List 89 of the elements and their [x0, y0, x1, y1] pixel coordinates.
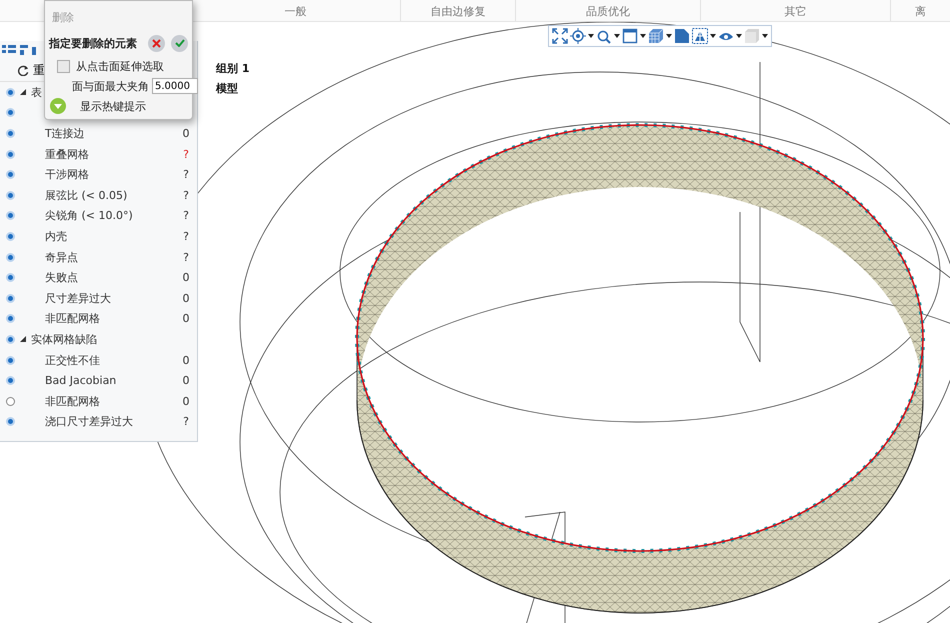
window-icon [622, 28, 638, 44]
radio-button[interactable] [6, 273, 15, 282]
tree-item-label[interactable]: 非匹配网格 [45, 394, 179, 409]
defect-count: ? [182, 188, 190, 202]
tree-item-label[interactable]: 展弦比 (< 0.05) [45, 188, 179, 203]
radio-button[interactable] [6, 128, 15, 138]
tree-item-label[interactable]: 奇异点 [45, 250, 179, 265]
radio-button[interactable] [6, 232, 15, 241]
defect-count: 0 [182, 271, 190, 284]
tree-item-label[interactable]: 干涉网格 [45, 167, 179, 182]
tree-item-label[interactable]: 正交性不佳 [45, 352, 179, 368]
caret-icon [710, 34, 716, 38]
defect-count: 0 [182, 374, 190, 388]
collapse-arrow-icon[interactable] [20, 336, 26, 342]
defect-count: ? [182, 250, 190, 264]
tree-item-label[interactable]: 尖锐角 (< 10.0°) [45, 208, 179, 224]
tree-item-label[interactable]: 重叠网格 [45, 146, 179, 162]
defect-count: 0 [182, 394, 190, 408]
hotkey-hint-toggle[interactable]: 显示热键提示 [45, 96, 192, 116]
caret-icon [640, 34, 646, 38]
tree-item-label[interactable]: Bad Jacobian [45, 374, 179, 388]
tree-item-label[interactable]: 浇口尺寸差异过大 [45, 414, 179, 430]
ribbon-group-label: 自由边修复 [400, 0, 515, 21]
cancel-button[interactable] [148, 34, 165, 52]
checkbox[interactable] [57, 60, 70, 72]
mesh-icon [692, 28, 708, 44]
tree-group-label[interactable]: 实体网格缺陷 [31, 332, 97, 347]
ribbon-group-label: 品质优化 [515, 0, 700, 21]
tree-item-label[interactable]: 失败点 [45, 270, 179, 286]
caret-icon [588, 34, 594, 38]
refresh-label[interactable]: 重 [33, 62, 45, 78]
ribbon-group-label: 其它 [700, 0, 890, 21]
caret-icon [762, 34, 768, 38]
radio-button[interactable] [6, 108, 15, 118]
viewport-label: 组别 1 [216, 61, 250, 76]
view-tool-button[interactable] [570, 27, 594, 45]
radio-button[interactable] [6, 396, 15, 406]
cross-icon [152, 38, 161, 48]
radio-button[interactable] [6, 211, 15, 220]
radio-button[interactable] [6, 88, 15, 97]
page-icon [674, 28, 690, 44]
view-tool-button[interactable] [648, 27, 672, 45]
caret-icon [736, 34, 742, 38]
dialog-title: 删除 [51, 10, 75, 26]
zoom-icon [596, 28, 612, 44]
tree-item-label[interactable]: 尺寸差异过大 [45, 290, 179, 306]
radio-button[interactable] [6, 170, 15, 180]
angle-field[interactable]: 5.0000 [152, 78, 198, 94]
radio-button[interactable] [6, 150, 15, 159]
tree-group-label[interactable]: 表 [31, 84, 42, 100]
tree-item-label[interactable]: 内壳 [45, 228, 179, 244]
radio-button[interactable] [6, 294, 15, 303]
view-tool-button[interactable] [692, 27, 716, 45]
fit-view-icon [552, 28, 568, 44]
radio-button[interactable] [6, 334, 15, 344]
radio-button[interactable] [6, 190, 15, 200]
refresh-icon [18, 64, 29, 76]
checkbox-label: 从点击面延伸选取 [76, 58, 164, 74]
defect-count: 0 [182, 292, 190, 305]
defect-count: 0 [182, 312, 190, 326]
defect-count: ? [182, 168, 190, 182]
tree-item-label[interactable]: 非匹配网格 [45, 311, 179, 326]
collapse-arrow-icon[interactable] [20, 89, 26, 96]
confirm-button[interactable] [171, 34, 188, 52]
defect-count: 0 [182, 126, 190, 140]
viewport-label: 模型 [216, 81, 239, 96]
radio-button[interactable] [6, 252, 15, 262]
defect-count: ? [182, 148, 190, 161]
caret-icon [666, 34, 672, 38]
cube-icon [648, 28, 664, 44]
dialog-heading: 指定要删除的元素 [49, 36, 138, 50]
radio-button[interactable] [6, 417, 15, 426]
target-icon [570, 28, 586, 44]
angle-label: 面与面最大夹角 [72, 78, 149, 94]
expand-circle-icon [50, 98, 66, 114]
defect-count: 0 [182, 354, 190, 367]
check-icon [174, 39, 184, 47]
defect-count: ? [182, 230, 190, 243]
ribbon-group-label: 离 [890, 0, 950, 21]
radio-button[interactable] [6, 314, 15, 324]
caret-icon [614, 34, 620, 38]
box-icon [744, 28, 760, 44]
radio-button[interactable] [6, 356, 15, 365]
view-tool-button[interactable] [622, 27, 646, 45]
view-tool-button[interactable] [744, 27, 768, 45]
tree-item-label[interactable]: T连接边 [45, 126, 179, 141]
defect-count: ? [182, 415, 190, 428]
defect-count: ? [182, 209, 190, 222]
radio-button[interactable] [6, 376, 15, 386]
